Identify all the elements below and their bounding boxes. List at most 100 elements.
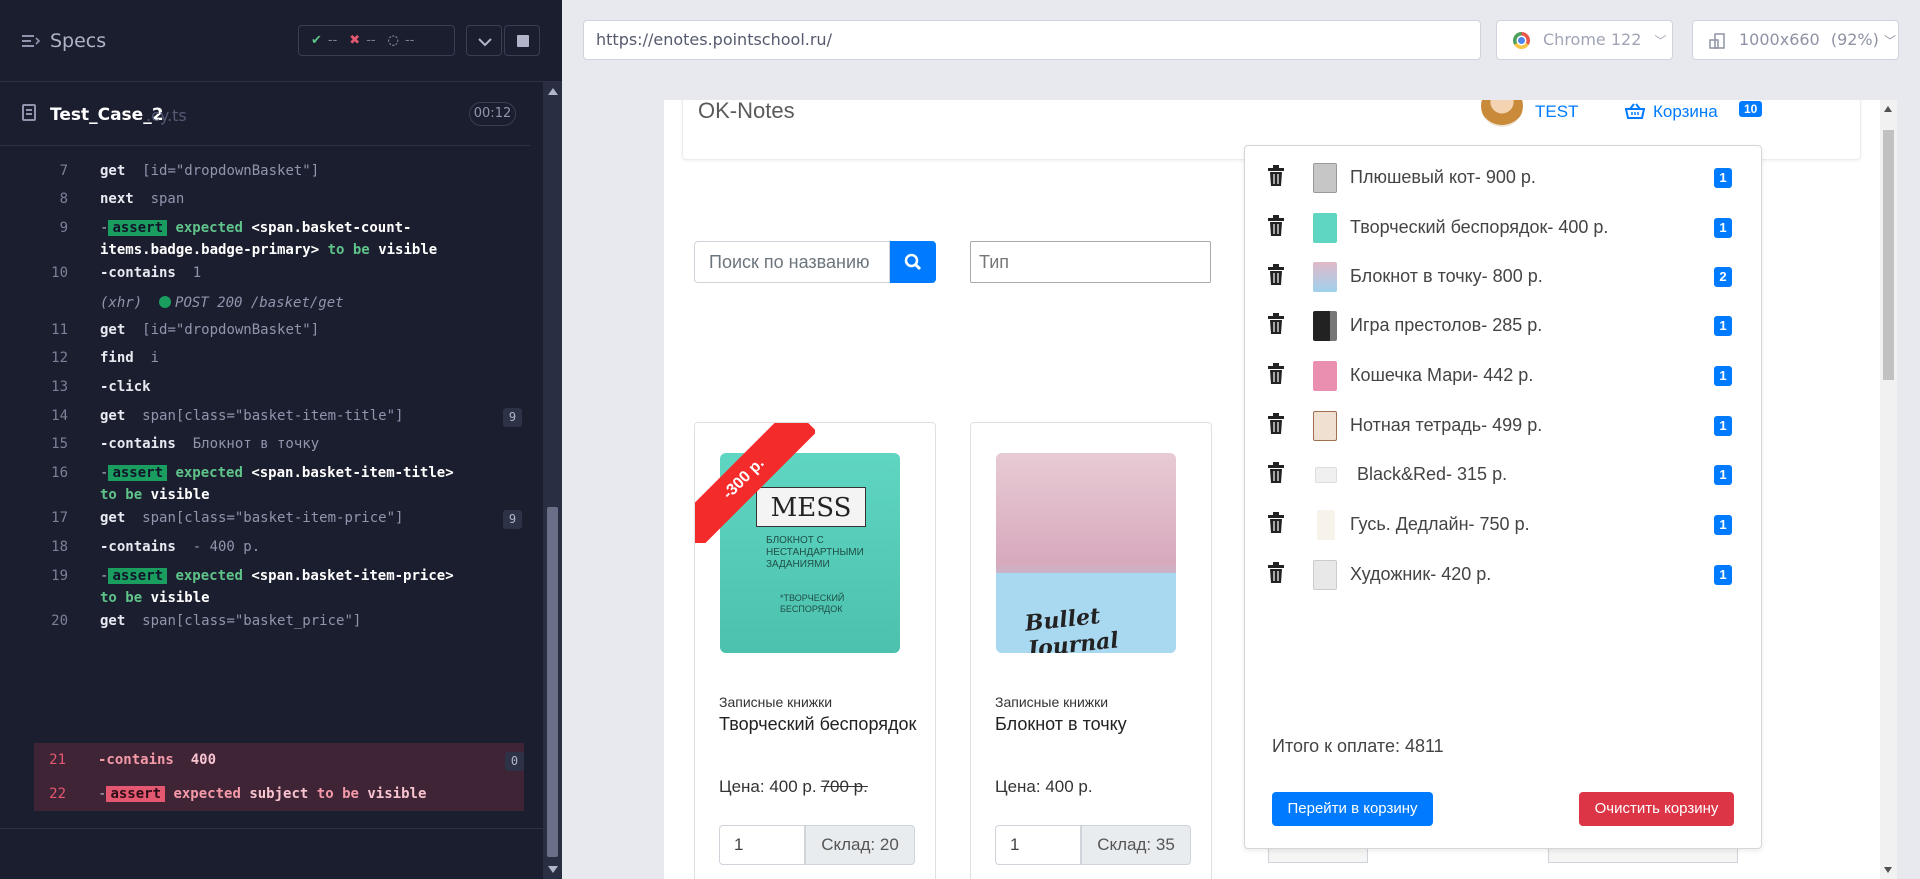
product-category: Записные книжки <box>719 694 833 710</box>
basket-total: Итого к оплате: 4811 <box>1272 736 1444 756</box>
basket-item-title: Творческий беспорядок- 400 р. <box>1350 217 1609 237</box>
command-row[interactable]: 16 - assert expected <span.basket-item-ti… <box>36 462 522 506</box>
basket-item-thumb <box>1313 411 1337 441</box>
trash-icon[interactable] <box>1267 363 1285 385</box>
basket-item-count: 1 <box>1714 565 1732 585</box>
quantity-input[interactable]: 1 <box>995 825 1081 865</box>
stop-icon <box>517 35 529 47</box>
basket-item-title: Нотная тетрадь- 499 р. <box>1350 415 1543 435</box>
chevron-down-icon <box>478 38 492 47</box>
basket-item-title: Гусь. Дедлайн- 750 р. <box>1350 514 1530 534</box>
basket-item-title: Black&Red- 315 р. <box>1357 464 1508 484</box>
trash-icon[interactable] <box>1267 462 1285 484</box>
basket-item-thumb <box>1313 213 1337 243</box>
spec-file-row[interactable]: Test_Case_2 .cy.ts 00:12 <box>0 96 530 146</box>
basket-item-count: 1 <box>1714 416 1732 436</box>
failed-stat: ✖ -- <box>349 33 376 48</box>
trash-icon[interactable] <box>1267 413 1285 435</box>
basket-item-title: Кошечка Мари- 442 р. <box>1350 365 1534 385</box>
basket-item-count: 1 <box>1714 218 1732 238</box>
basket-item-thumb <box>1317 510 1335 540</box>
basket-item-title: Плюшевый кот- 900 р. <box>1350 167 1536 187</box>
command-log-scrollbar[interactable] <box>543 82 562 879</box>
basket-item: Нотная тетрадь- 499 р. 1 <box>1245 402 1763 452</box>
specs-header: Specs ✔ -- ✖ -- ◌ -- <box>0 0 562 82</box>
basket-item: Гусь. Дедлайн- 750 р. 1 <box>1245 501 1763 551</box>
scrollbar-thumb[interactable] <box>547 507 558 857</box>
basket-item-thumb <box>1313 361 1337 391</box>
clear-basket-button[interactable]: Очистить корзину <box>1579 792 1734 826</box>
trash-icon[interactable] <box>1267 562 1285 584</box>
chevron-down-button[interactable] <box>466 25 502 56</box>
command-list: 7 get [id="dropdownBasket"] 8 next span … <box>34 148 524 816</box>
cover-subtitle-art: *ТВОРЧЕСКИЙ БЕСПОРЯДОК <box>780 593 845 614</box>
search-input[interactable]: Поиск по названию <box>694 241 890 283</box>
chevron-down-icon: ﹀ <box>1654 34 1667 48</box>
basket-item: Блокнот в точку- 800 р. 2 <box>1245 253 1763 303</box>
scroll-down-icon[interactable] <box>548 866 558 873</box>
product-title: Творческий беспорядок <box>719 714 917 734</box>
basket-item: Художник- 420 р. 1 <box>1245 551 1763 601</box>
basket-item-count: 2 <box>1714 267 1732 287</box>
command-row-failed[interactable]: 21 -contains 400 0 <box>34 743 524 777</box>
browser-selector[interactable]: Chrome 122 ﹀ <box>1496 20 1673 60</box>
basket-item-count: 1 <box>1714 465 1732 485</box>
quantity-input[interactable]: 1 <box>719 825 805 865</box>
basket-icon <box>1625 103 1645 119</box>
product-card: MESS БЛОКНОТ С НЕСТАНДАРТНЫМИ ЗАДАНИЯМИ *Т… <box>694 422 936 879</box>
status-dot-icon <box>159 296 172 308</box>
scroll-up-icon[interactable] <box>1884 106 1892 112</box>
basket-dropdown-toggle[interactable]: Корзина <box>1625 102 1718 122</box>
panel-footer <box>0 828 543 879</box>
basket-item-count: 1 <box>1714 515 1732 535</box>
app-scrollbar[interactable] <box>1880 100 1897 879</box>
basket-dropdown: Плюшевый кот- 900 р. 1 Творческий беспор… <box>1244 145 1762 849</box>
product-image: Bullet Journal <box>996 453 1176 653</box>
scroll-up-icon[interactable] <box>548 88 558 95</box>
trash-icon[interactable] <box>1267 313 1285 335</box>
command-row-failed[interactable]: 22 - assert expected subject to be visibl… <box>34 777 524 811</box>
viewport-icon <box>1709 33 1725 49</box>
chrome-icon <box>1513 32 1530 49</box>
basket-item-thumb <box>1313 560 1337 590</box>
command-row[interactable]: 19 - assert expected <span.basket-item-pr… <box>36 565 522 609</box>
stock-label: Склад: 35 <box>1081 825 1191 865</box>
type-filter-input[interactable]: Тип <box>970 241 1211 283</box>
chevron-down-icon: ﹀ <box>1883 34 1896 48</box>
product-title: Блокнот в точку <box>995 714 1127 734</box>
search-icon <box>904 253 922 271</box>
trash-icon[interactable] <box>1267 264 1285 286</box>
spec-duration: 00:12 <box>469 102 516 126</box>
basket-item-thumb <box>1313 311 1337 341</box>
discount-ribbon: -300 р. <box>695 423 815 543</box>
basket-item-count: 1 <box>1714 316 1732 336</box>
assert-badge: assert <box>108 220 168 236</box>
trash-icon[interactable] <box>1267 215 1285 237</box>
basket-item-title: Игра престолов- 285 р. <box>1350 315 1543 335</box>
spec-extension: .cy.ts <box>146 106 187 125</box>
basket-item-thumb <box>1313 262 1337 292</box>
stock-label: Склад: 20 <box>805 825 915 865</box>
basket-item-title: Блокнот в точку- 800 р. <box>1350 266 1543 286</box>
go-to-basket-button[interactable]: Перейти в корзину <box>1272 792 1433 826</box>
cross-icon: ✖ <box>349 33 361 48</box>
assert-badge: assert <box>108 568 168 584</box>
basket-count-badge: 10 <box>1739 101 1763 117</box>
basket-item: Игра престолов- 285 р. 1 <box>1245 302 1763 352</box>
stop-button[interactable] <box>504 25 540 56</box>
product-price: Цена: 400 р. <box>995 777 1093 796</box>
user-link[interactable]: TEST <box>1535 102 1578 122</box>
viewport-info[interactable]: 1000x660 (92%) ﹀ <box>1692 20 1899 60</box>
brand-logo[interactable]: OK-Notes <box>698 100 795 124</box>
command-row[interactable]: 9 - assert expected <span.basket-count-it… <box>36 217 522 261</box>
search-button[interactable] <box>890 241 936 283</box>
file-icon <box>22 104 36 121</box>
specs-title[interactable]: Specs <box>50 30 106 52</box>
menu-icon[interactable] <box>22 34 40 48</box>
scroll-down-icon[interactable] <box>1884 867 1892 873</box>
trash-icon[interactable] <box>1267 165 1285 187</box>
url-bar[interactable]: https://enotes.pointschool.ru/ <box>583 20 1481 60</box>
scrollbar-thumb[interactable] <box>1883 130 1894 380</box>
match-count-badge: 9 <box>503 408 522 427</box>
trash-icon[interactable] <box>1267 512 1285 534</box>
